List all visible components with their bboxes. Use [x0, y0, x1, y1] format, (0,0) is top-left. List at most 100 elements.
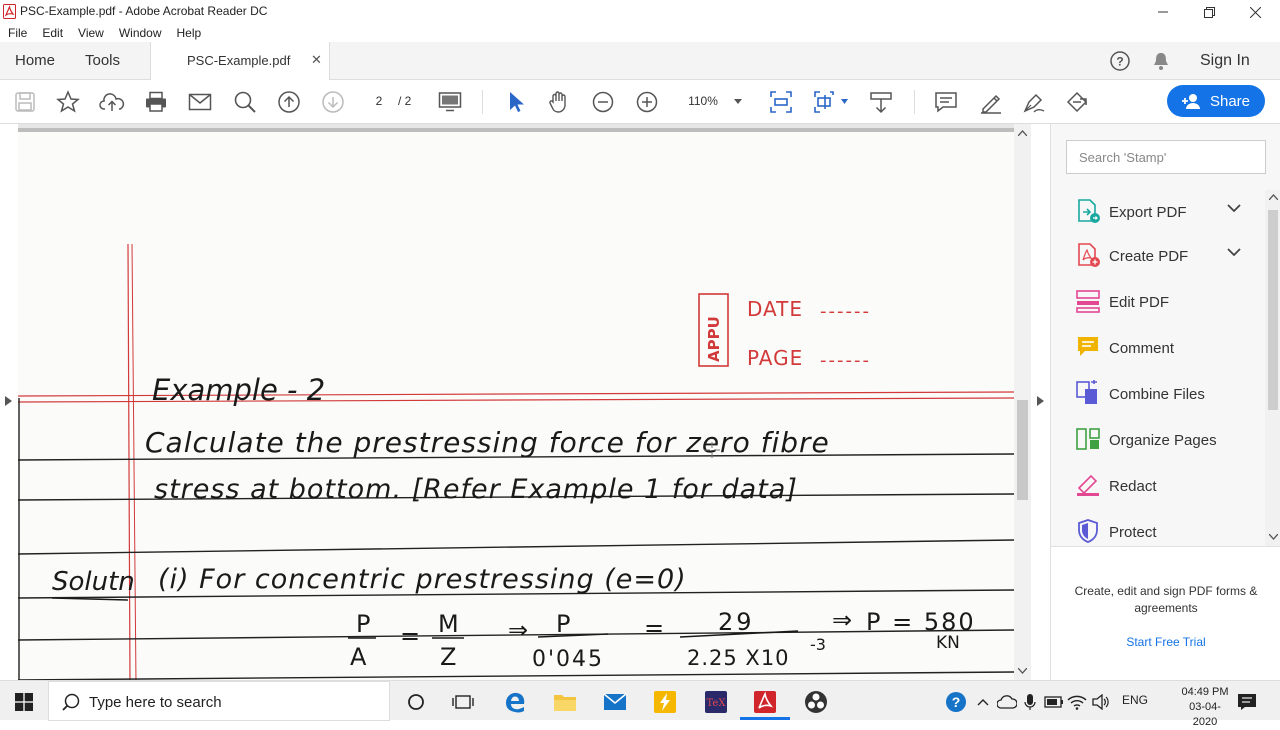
next-page-icon[interactable] [320, 89, 346, 115]
toolbar: / 2 110% Share [0, 80, 1280, 124]
email-icon[interactable] [187, 89, 213, 115]
menu-window[interactable]: Window [111, 24, 169, 42]
download-tray-icon[interactable] [868, 89, 894, 115]
wifi-icon[interactable] [1064, 689, 1090, 715]
help-icon[interactable]: ? [1110, 51, 1130, 71]
scroll-up-icon[interactable] [1018, 130, 1027, 136]
menu-file[interactable]: File [0, 24, 34, 42]
svg-text:TeX: TeX [707, 698, 727, 709]
start-free-trial-link[interactable]: Start Free Trial [1051, 635, 1280, 649]
scrollbar-thumb[interactable] [1268, 210, 1278, 410]
tool-comment[interactable]: Comment [1051, 326, 1263, 372]
mail-icon[interactable] [602, 689, 628, 715]
edge-browser-icon[interactable] [502, 689, 528, 715]
save-icon[interactable] [12, 89, 38, 115]
close-window-button[interactable] [1232, 0, 1278, 24]
tab-document[interactable]: PSC-Example.pdf ✕ [150, 42, 330, 80]
edit-pdf-icon [1075, 288, 1101, 314]
search-icon [62, 693, 80, 711]
action-center-icon[interactable] [1234, 689, 1260, 715]
page-number-input[interactable] [364, 91, 394, 111]
task-view-icon[interactable] [450, 689, 476, 715]
page-display-icon[interactable] [437, 89, 463, 115]
zoom-in-icon[interactable] [634, 89, 660, 115]
upload-cloud-icon[interactable] [99, 89, 125, 115]
restore-button[interactable] [1186, 0, 1232, 24]
document-viewer[interactable]: APPU DATE ------ PAGE ------ Example - 2… [0, 124, 1050, 680]
sign-in-button[interactable]: Sign In [1200, 52, 1250, 70]
scroll-down-icon[interactable] [1018, 668, 1027, 674]
acrobat-taskbar-icon[interactable] [752, 689, 778, 715]
scroll-down-icon[interactable] [1269, 534, 1278, 540]
eq-equals-2: = [644, 614, 664, 642]
texmaker-icon[interactable]: TeX [703, 689, 729, 715]
tool-export-pdf[interactable]: Export PDF [1051, 190, 1263, 236]
file-explorer-icon[interactable] [552, 689, 578, 715]
microphone-icon[interactable] [1017, 689, 1043, 715]
zoom-out-icon[interactable] [590, 89, 616, 115]
volume-icon[interactable] [1088, 689, 1114, 715]
tab-home[interactable]: Home [15, 52, 55, 69]
obs-studio-icon[interactable] [803, 689, 829, 715]
menu-edit[interactable]: Edit [34, 24, 70, 42]
windows-start-icon[interactable] [11, 689, 37, 715]
chevron-down-icon[interactable] [1227, 204, 1241, 213]
input-language-indicator[interactable]: ENG [1122, 693, 1148, 707]
tool-create-pdf[interactable]: Create PDF [1051, 234, 1263, 280]
chevron-down-icon[interactable] [1227, 248, 1241, 257]
scroll-mode-icon[interactable] [812, 89, 838, 115]
print-icon[interactable] [143, 89, 169, 115]
share-button[interactable]: Share [1167, 85, 1265, 117]
highlight-pen-icon[interactable] [978, 89, 1004, 115]
notebook-page-drawing: APPU DATE ------ PAGE ------ Example - 2… [18, 128, 1014, 680]
zoom-dropdown-chevron-icon[interactable] [734, 99, 742, 104]
collapse-right-panel-icon[interactable] [1037, 396, 1044, 406]
scrollbar-thumb[interactable] [1017, 400, 1028, 500]
scroll-up-icon[interactable] [1269, 194, 1278, 200]
zoom-level-select[interactable]: 110% [678, 94, 728, 108]
svg-text:?: ? [952, 694, 961, 710]
document-scrollbar[interactable] [1014, 124, 1031, 680]
search-icon[interactable] [232, 89, 258, 115]
toolbar-divider [482, 90, 483, 114]
problem-line-1: Calculate the prestressing force for zer… [145, 426, 830, 459]
tools-panel: Export PDF Create PDF Edit PDF Commen [1050, 124, 1280, 680]
tool-organize-pages[interactable]: Organize Pages [1051, 418, 1263, 464]
close-tab-icon[interactable]: ✕ [311, 52, 322, 68]
show-hidden-icons-icon[interactable] [970, 689, 996, 715]
tool-protect[interactable]: Protect [1051, 510, 1263, 546]
menu-view[interactable]: View [70, 24, 111, 42]
tool-edit-pdf[interactable]: Edit PDF [1051, 280, 1263, 326]
eq-p-numerator: P [556, 610, 570, 638]
hand-tool-icon[interactable] [546, 89, 572, 115]
tools-scrollbar[interactable] [1265, 190, 1280, 546]
notifications-bell-icon[interactable] [1152, 51, 1170, 71]
previous-page-icon[interactable] [276, 89, 302, 115]
cortana-icon[interactable] [403, 689, 429, 715]
tool-redact[interactable]: Redact [1051, 464, 1263, 510]
solution-underline [51, 597, 129, 601]
sign-pen-icon[interactable] [1021, 89, 1047, 115]
left-panel-strip [0, 124, 18, 680]
stamp-tools-icon[interactable] [1065, 89, 1091, 115]
taskbar-search-box[interactable]: Type here to search [48, 681, 390, 721]
eq-lhs-numerator: P [356, 610, 370, 638]
fit-page-icon[interactable] [768, 89, 794, 115]
taskbar-clock[interactable]: 04:49 PM 03-04-2020 [1180, 685, 1230, 730]
document-tab-label: PSC-Example.pdf [187, 53, 291, 68]
menu-help[interactable]: Help [169, 24, 209, 42]
minimize-button[interactable] [1140, 0, 1186, 24]
title-bar: PSC-Example.pdf - Adobe Acrobat Reader D… [0, 0, 1280, 24]
stamp-brand: APPU [705, 316, 723, 362]
power-app-icon[interactable] [652, 689, 678, 715]
help-tray-icon[interactable]: ? [943, 689, 969, 715]
comment-icon[interactable] [933, 89, 959, 115]
expand-left-panel-icon[interactable] [5, 396, 12, 406]
tools-search-input[interactable] [1066, 140, 1266, 174]
scroll-mode-chevron-icon[interactable] [841, 99, 848, 104]
tab-tools[interactable]: Tools [85, 52, 120, 69]
bookmark-star-icon[interactable] [55, 89, 81, 115]
problem-line-2: stress at bottom. [Refer Example 1 for d… [154, 474, 798, 505]
tool-combine-files[interactable]: Combine Files [1051, 372, 1263, 418]
select-cursor-icon[interactable] [503, 89, 529, 115]
